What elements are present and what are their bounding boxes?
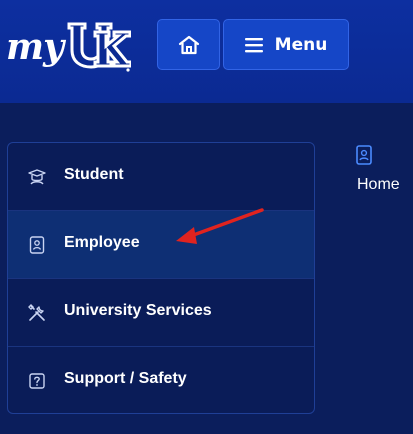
tools-icon	[28, 304, 46, 322]
sidebar-item-label: University Services	[64, 302, 212, 319]
sidebar-item-label: Support / Safety	[64, 370, 187, 387]
logo-text: my	[6, 26, 64, 68]
sidebar-item-university-services[interactable]: University Services	[8, 279, 314, 347]
menu-label: Menu	[274, 34, 328, 55]
sidebar-nav: Student Employee University Services Sup…	[7, 142, 315, 414]
menu-button[interactable]: Menu	[223, 19, 349, 70]
id-badge-icon	[28, 236, 46, 254]
sidebar-item-student[interactable]: Student	[8, 143, 314, 211]
sidebar-item-label: Employee	[64, 234, 140, 251]
home-link[interactable]: Home	[357, 176, 400, 194]
home-button[interactable]	[157, 19, 220, 70]
myuk-logo[interactable]: my	[6, 18, 132, 78]
red-arrow-annotation	[176, 208, 264, 244]
home-icon	[178, 35, 200, 55]
sidebar-item-label: Student	[64, 166, 124, 183]
sidebar-item-support-safety[interactable]: Support / Safety	[8, 347, 314, 413]
uk-logo-mark	[65, 18, 132, 74]
question-icon	[28, 372, 46, 390]
id-badge-icon	[355, 145, 373, 165]
hamburger-icon	[244, 37, 263, 53]
graduation-cap-icon	[28, 168, 46, 186]
top-header: my Menu	[0, 0, 413, 103]
